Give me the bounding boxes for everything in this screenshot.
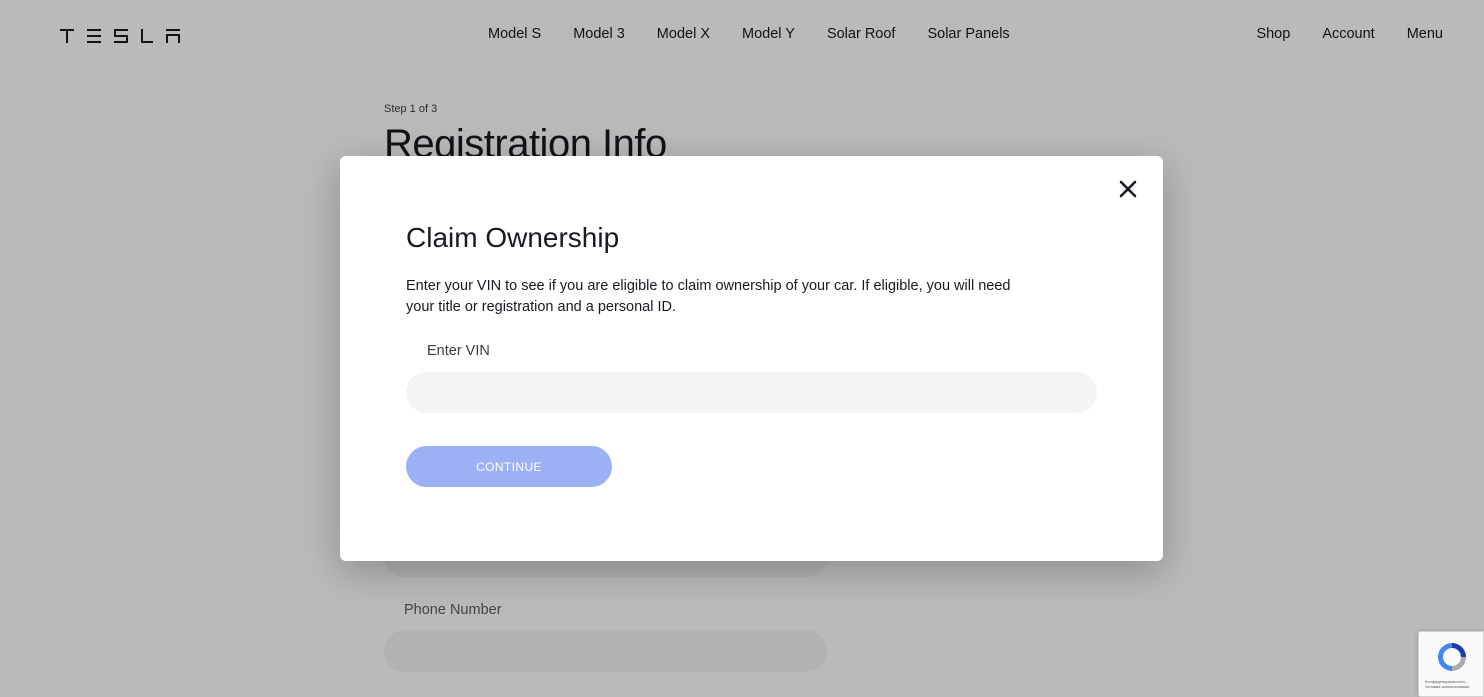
- continue-button[interactable]: CONTINUE: [406, 446, 612, 487]
- recaptcha-privacy-terms[interactable]: Конфиденциальность - Условия использован…: [1425, 679, 1483, 689]
- modal-description: Enter your VIN to see if you are eligibl…: [406, 278, 1011, 315]
- recaptcha-badge[interactable]: Конфиденциальность - Условия использован…: [1418, 631, 1484, 697]
- close-icon[interactable]: [1117, 178, 1139, 200]
- claim-ownership-modal: Claim Ownership Enter your VIN to see if…: [340, 156, 1163, 561]
- recaptcha-terms-link[interactable]: Условия использования: [1425, 684, 1469, 689]
- recaptcha-icon: [1438, 643, 1466, 671]
- vin-input[interactable]: [406, 372, 1097, 413]
- vin-label: Enter VIN: [427, 343, 490, 359]
- modal-title: Claim Ownership: [406, 222, 620, 253]
